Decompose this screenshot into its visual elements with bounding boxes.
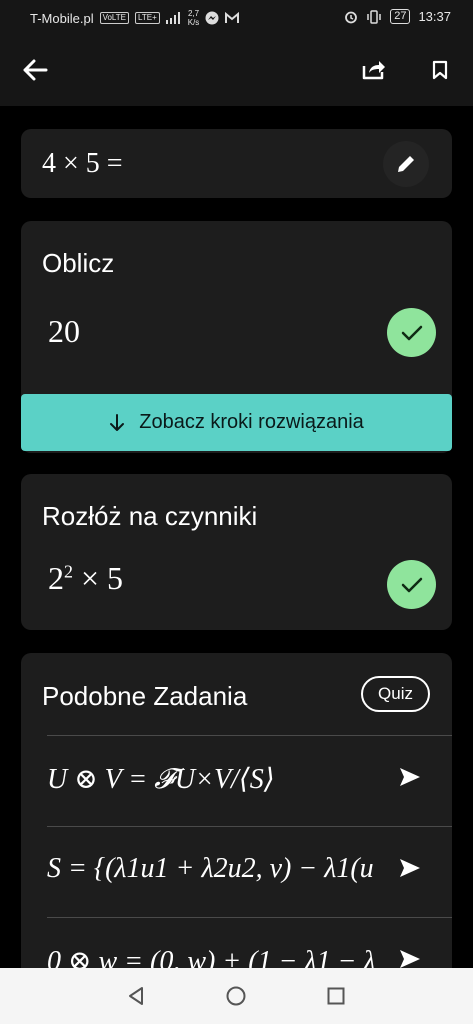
nav-home-icon: [226, 986, 246, 1006]
status-bar: T-Mobile.pl VoLTE LTE+ 2,7 K/s 27 13:37: [0, 0, 473, 34]
pencil-icon: [398, 156, 414, 172]
share-icon: [362, 61, 385, 80]
factor-result: 22 × 5: [48, 560, 123, 597]
back-arrow-icon: [23, 59, 48, 81]
messenger-icon: [205, 11, 219, 25]
factor-exponent: 2: [64, 561, 73, 582]
similar-item-expression: U ⊗ V = 𝓕U×V/⟨S⟩: [47, 764, 275, 795]
bookmark-button[interactable]: [426, 54, 454, 86]
speed-value: 2,7: [187, 9, 200, 18]
similar-item-expression: S = {(λ1u1 + λ2u2, v) − λ1(u: [47, 853, 374, 884]
nav-recents-button[interactable]: [322, 982, 350, 1010]
speed-unit: K/s: [187, 18, 200, 27]
carrier-name: T-Mobile.pl: [30, 10, 94, 26]
battery-level: 27: [390, 9, 411, 24]
show-steps-label: Zobacz kroki rozwiązania: [139, 411, 364, 433]
gmail-icon: [225, 12, 240, 23]
calculate-result: 20: [48, 313, 80, 349]
similar-item[interactable]: U ⊗ V = 𝓕U×V/⟨S⟩: [47, 735, 452, 826]
nav-recents-icon: [327, 987, 345, 1005]
send-icon: [400, 768, 420, 786]
show-steps-button[interactable]: Zobacz kroki rozwiązania: [21, 394, 452, 451]
network-speed: 2,7 K/s: [188, 9, 200, 27]
system-nav-bar: [0, 968, 473, 1024]
nav-home-button[interactable]: [222, 982, 250, 1010]
similar-item[interactable]: 0 ⊗ w = (0, w) + (1 − λ1 − λ: [47, 917, 452, 969]
similar-item-expression: 0 ⊗ w = (0, w) + (1 − λ1 − λ: [47, 946, 376, 969]
problem-card[interactable]: 4 × 5 =: [21, 129, 452, 198]
signal-icon: [165, 12, 180, 24]
check-icon: [401, 577, 422, 592]
nav-back-button[interactable]: [122, 982, 150, 1010]
bookmark-icon: [432, 60, 448, 80]
factor-base: 2: [48, 560, 64, 596]
quiz-button[interactable]: Quiz: [361, 676, 430, 712]
back-button[interactable]: [18, 54, 52, 86]
edit-button[interactable]: [383, 141, 429, 187]
similar-title: Podobne Zadania: [42, 681, 248, 711]
alarm-icon: [345, 11, 358, 23]
send-icon: [400, 859, 420, 877]
check-icon: [401, 325, 422, 340]
share-button[interactable]: [358, 52, 390, 86]
result-check-badge: [387, 308, 436, 357]
factor-rest: × 5: [81, 560, 124, 596]
arrow-down-icon: [110, 413, 125, 431]
app-bar: [0, 34, 473, 106]
factor-check-badge: [387, 560, 436, 609]
problem-expression: 4 × 5 =: [42, 148, 123, 179]
factor-card: Rozłóż na czynniki 22 × 5: [21, 474, 452, 630]
send-icon: [400, 950, 420, 968]
similar-item[interactable]: S = {(λ1u1 + λ2u2, v) − λ1(u: [47, 826, 452, 917]
calculate-title: Oblicz: [42, 248, 115, 278]
volte-badge: VoLTE: [99, 12, 129, 24]
vibrate-icon: [367, 9, 381, 24]
clock: 13:37: [418, 9, 451, 24]
network-type: LTE+: [135, 12, 160, 24]
factor-title: Rozłóż na czynniki: [42, 501, 258, 531]
nav-back-icon: [129, 987, 143, 1005]
